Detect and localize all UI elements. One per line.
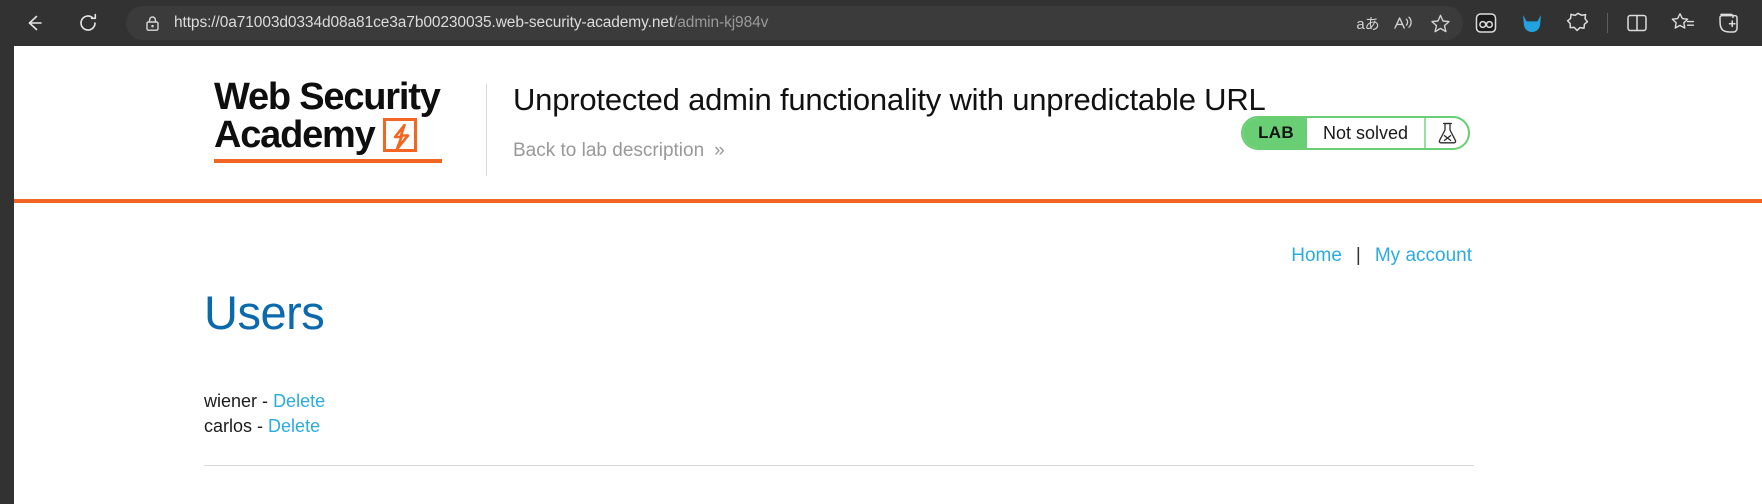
cat-glyph <box>1523 15 1541 32</box>
page-viewport: Web Security Academy Unprotected admin f… <box>0 46 1762 504</box>
lightning-bolt-icon <box>382 118 417 152</box>
read-aloud-icon[interactable] <box>1387 8 1421 38</box>
logo-line-2-row: Academy <box>214 116 464 154</box>
back-button[interactable] <box>14 6 54 40</box>
account-nav: Home | My account <box>1291 245 1472 267</box>
extension-oo-glyph <box>1475 13 1497 33</box>
content-bottom-divider <box>204 465 1474 466</box>
back-to-lab-description-link[interactable]: Back to lab description » <box>513 140 725 162</box>
lab-tag-label: LAB <box>1243 118 1307 148</box>
flask-glyph <box>1438 122 1456 144</box>
list-item: carlos - Delete <box>204 414 325 439</box>
delete-user-link[interactable]: Delete <box>268 416 320 436</box>
browser-essentials-icon[interactable] <box>1555 6 1601 40</box>
back-arrow-icon <box>28 15 42 31</box>
add-favorite-glyph <box>1671 13 1695 29</box>
list-item: wiener - Delete <box>204 389 325 414</box>
url-host: https://0a71003d0334d08a81ce3a7b00230035… <box>174 14 674 31</box>
url-text[interactable]: https://0a71003d0334d08a81ce3a7b00230035… <box>174 14 1351 32</box>
user-list: wiener - Delete carlos - Delete <box>204 389 325 439</box>
split-screen-icon[interactable] <box>1614 6 1660 40</box>
logo-line-1: Web Security <box>214 76 441 118</box>
add-favorite-icon[interactable] <box>1660 6 1706 40</box>
users-heading: Users <box>204 286 325 339</box>
reload-icon <box>80 13 97 31</box>
url-path: /admin-kj984v <box>673 14 769 31</box>
logo-underline <box>214 159 442 163</box>
favorite-star-icon[interactable] <box>1423 8 1457 38</box>
cat-extension-icon[interactable] <box>1509 6 1555 40</box>
star-glyph <box>1430 14 1450 32</box>
address-bar-actions: aあ <box>1351 8 1457 38</box>
page-title: Unprotected admin functionality with unp… <box>513 82 1266 117</box>
browser-toolbar: https://0a71003d0334d08a81ce3a7b00230035… <box>0 0 1762 46</box>
page-content: Web Security Academy Unprotected admin f… <box>14 46 1762 504</box>
lab-status-text: Not solved <box>1322 122 1408 143</box>
not-solved-flask-icon <box>1424 118 1468 148</box>
logo-line-2: Academy <box>214 114 376 156</box>
home-link[interactable]: Home <box>1291 245 1342 267</box>
back-link-label: Back to lab description <box>513 140 705 161</box>
collections-icon[interactable] <box>1706 6 1752 40</box>
extension-oo-icon[interactable] <box>1463 6 1509 40</box>
chevron-right-icon: » <box>714 140 724 161</box>
split-screen-glyph <box>1627 14 1647 32</box>
user-name: wiener <box>204 391 258 411</box>
read-aloud-glyph <box>1394 16 1412 29</box>
toolbar-divider <box>1607 13 1608 33</box>
lock-icon[interactable] <box>142 13 162 33</box>
lab-status-badge: LAB Not solved <box>1241 116 1470 150</box>
browser-essentials-glyph <box>1566 12 1589 32</box>
my-account-link[interactable]: My account <box>1375 245 1472 267</box>
academy-header: Web Security Academy Unprotected admin f… <box>14 46 1762 218</box>
address-bar[interactable]: https://0a71003d0334d08a81ce3a7b00230035… <box>126 6 1463 40</box>
delete-user-link[interactable]: Delete <box>273 391 325 411</box>
reload-button[interactable] <box>68 6 108 40</box>
orange-separator <box>14 199 1762 203</box>
collections-glyph <box>1719 13 1738 33</box>
read-aloud-translate-icon[interactable]: aあ <box>1351 8 1385 38</box>
header-divider <box>486 84 487 176</box>
academy-logo[interactable]: Web Security Academy <box>214 64 464 163</box>
bolt-glyph <box>393 124 409 150</box>
padlock-glyph <box>145 15 159 31</box>
user-name: carlos <box>204 416 253 436</box>
translate-glyph: aあ <box>1356 15 1380 33</box>
user-dash: - <box>262 391 269 411</box>
user-dash: - <box>257 416 264 436</box>
toolbar-extensions <box>1463 6 1762 40</box>
lab-title-block: Unprotected admin functionality with unp… <box>513 64 1762 162</box>
nav-separator: | <box>1355 245 1361 266</box>
